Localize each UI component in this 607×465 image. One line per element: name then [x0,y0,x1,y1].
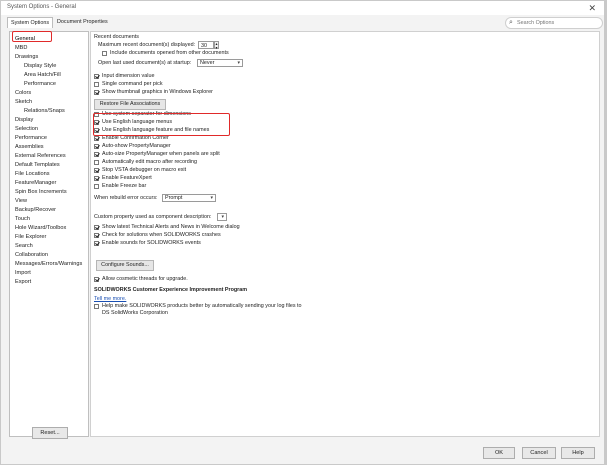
tree-item-relations-snaps[interactable]: Relations/Snaps [24,107,65,115]
search-box[interactable]: ⌕ [505,17,603,29]
tree-item-assemblies[interactable]: Assemblies [15,143,44,151]
max-recent-input[interactable]: 30 [198,41,214,49]
configure-sounds-button[interactable]: Configure Sounds... [96,260,154,271]
custom-property-label: Custom property used as component descri… [94,214,212,220]
tree-item-touch[interactable]: Touch [15,215,30,223]
cancel-button[interactable]: Cancel [522,447,556,459]
auto-show-pm-label: Auto-show PropertyManager [102,143,171,149]
tree-item-backup-recover[interactable]: Backup/Recover [15,206,56,214]
include-other-label: Include documents opened from other docu… [110,50,229,56]
options-tree: General MBD Drawings Display Style Area … [9,31,89,437]
rebuild-error-value: Prompt [165,195,183,201]
title-bar: System Options - General ✕ [1,1,606,15]
search-input[interactable] [517,18,597,28]
tree-item-display[interactable]: Display [15,116,33,124]
tab-system-options[interactable]: System Options [7,17,54,28]
tree-item-performance[interactable]: Performance [15,134,47,142]
tell-me-more-link[interactable]: Tell me more. [94,296,126,302]
single-command-label: Single command per pick [102,81,163,87]
tree-item-colors[interactable]: Colors [15,89,31,97]
edit-macro-label: Automatically edit macro after recording [102,159,197,165]
open-last-value: Never [200,60,215,66]
tree-item-external-references[interactable]: External References [15,152,66,160]
max-recent-label: Maximum recent document(s) displayed: [98,42,196,48]
ok-button[interactable]: OK [483,447,515,459]
featurexpert-checkbox[interactable] [94,176,99,181]
tree-item-export[interactable]: Export [15,278,31,286]
tree-item-hole-wizard-toolbox[interactable]: Hole Wizard/Toolbox [15,224,66,232]
stop-vsta-label: Stop VSTA debugger on macro exit [102,167,187,173]
cosmetic-threads-label: Allow cosmetic threads for upgrade. [102,276,188,282]
ceip-title: SOLIDWORKS Customer Experience Improveme… [94,287,248,293]
tree-item-import[interactable]: Import [15,269,31,277]
system-options-window: System Options - General ✕ System Option… [0,0,607,465]
chevron-down-icon: ▾ [221,214,224,220]
help-make-label-line2: DS SolidWorks Corporation [102,310,168,316]
magnifier-icon: ⌕ [509,19,513,26]
auto-size-pm-checkbox[interactable] [94,152,99,157]
help-make-checkbox[interactable] [94,304,99,309]
technical-alerts-checkbox[interactable] [94,225,99,230]
chevron-down-icon: ▾ [210,195,213,201]
reset-button[interactable]: Reset... [32,427,68,439]
tree-item-file-explorer[interactable]: File Explorer [15,233,46,241]
tree-item-view[interactable]: View [15,197,27,205]
freeze-bar-label: Enable Freeze bar [102,183,147,189]
rebuild-error-select[interactable]: Prompt ▾ [162,194,216,202]
tree-item-drawings[interactable]: Drawings [15,53,38,61]
tree-item-area-hatch[interactable]: Area Hatch/Fill [24,71,61,79]
tree-item-drawing-performance[interactable]: Performance [24,80,56,88]
recent-documents-title: Recent documents [94,34,139,40]
auto-size-pm-label: Auto-size PropertyManager when panels ar… [102,151,220,157]
enable-sounds-checkbox[interactable] [94,241,99,246]
auto-show-pm-checkbox[interactable] [94,144,99,149]
tree-item-display-style[interactable]: Display Style [24,62,56,70]
rebuild-error-label: When rebuild error occurs: [94,195,158,201]
input-dimension-checkbox[interactable] [94,74,99,79]
open-last-label: Open last used document(s) at startup: [98,60,192,66]
restore-file-associations-button[interactable]: Restore File Associations [94,99,166,110]
tree-item-spin-box-increments[interactable]: Spin Box Increments [15,188,67,196]
tree-item-search[interactable]: Search [15,242,33,250]
stop-vsta-checkbox[interactable] [94,168,99,173]
custom-property-select[interactable]: ▾ [217,213,227,221]
tree-item-default-templates[interactable]: Default Templates [15,161,60,169]
tree-item-selection[interactable]: Selection [15,125,38,133]
cosmetic-threads-checkbox[interactable] [94,277,99,282]
tree-item-messages-errors-warnings[interactable]: Messages/Errors/Warnings [15,260,82,268]
help-make-label-line1: Help make SOLIDWORKS products better by … [102,303,302,309]
help-button[interactable]: Help [561,447,595,459]
single-command-checkbox[interactable] [94,82,99,87]
tab-document-properties[interactable]: Document Properties [54,17,111,27]
include-other-checkbox[interactable] [102,51,107,56]
close-icon[interactable]: ✕ [588,3,596,14]
show-thumbnail-checkbox[interactable] [94,90,99,95]
tree-item-featuremanager[interactable]: FeatureManager [15,179,56,187]
general-options-panel: Recent documents Maximum recent document… [90,31,600,437]
input-dimension-label: Input dimension value [102,73,155,79]
edit-macro-checkbox[interactable] [94,160,99,165]
freeze-bar-checkbox[interactable] [94,184,99,189]
general-highlight-box [12,31,52,42]
show-thumbnail-label: Show thumbnail graphics in Windows Explo… [102,89,213,95]
english-language-highlight-box [93,113,230,136]
tree-item-sketch[interactable]: Sketch [15,98,32,106]
chevron-down-icon: ▾ [237,60,240,66]
check-solutions-checkbox[interactable] [94,233,99,238]
technical-alerts-label: Show latest Technical Alerts and News in… [102,224,240,230]
tree-item-mbd[interactable]: MBD [15,44,27,52]
enable-sounds-label: Enable sounds for SOLIDWORKS events [102,240,201,246]
confirmation-corner-checkbox[interactable] [94,136,99,141]
featurexpert-label: Enable FeatureXpert [102,175,152,181]
window-title: System Options - General [7,4,77,10]
check-solutions-label: Check for solutions when SOLIDWORKS cras… [102,232,221,238]
tree-item-collaboration[interactable]: Collaboration [15,251,48,259]
open-last-select[interactable]: Never ▾ [197,59,243,67]
max-recent-spinner[interactable]: ▴ ▾ [214,41,219,50]
tree-item-file-locations[interactable]: File Locations [15,170,50,178]
